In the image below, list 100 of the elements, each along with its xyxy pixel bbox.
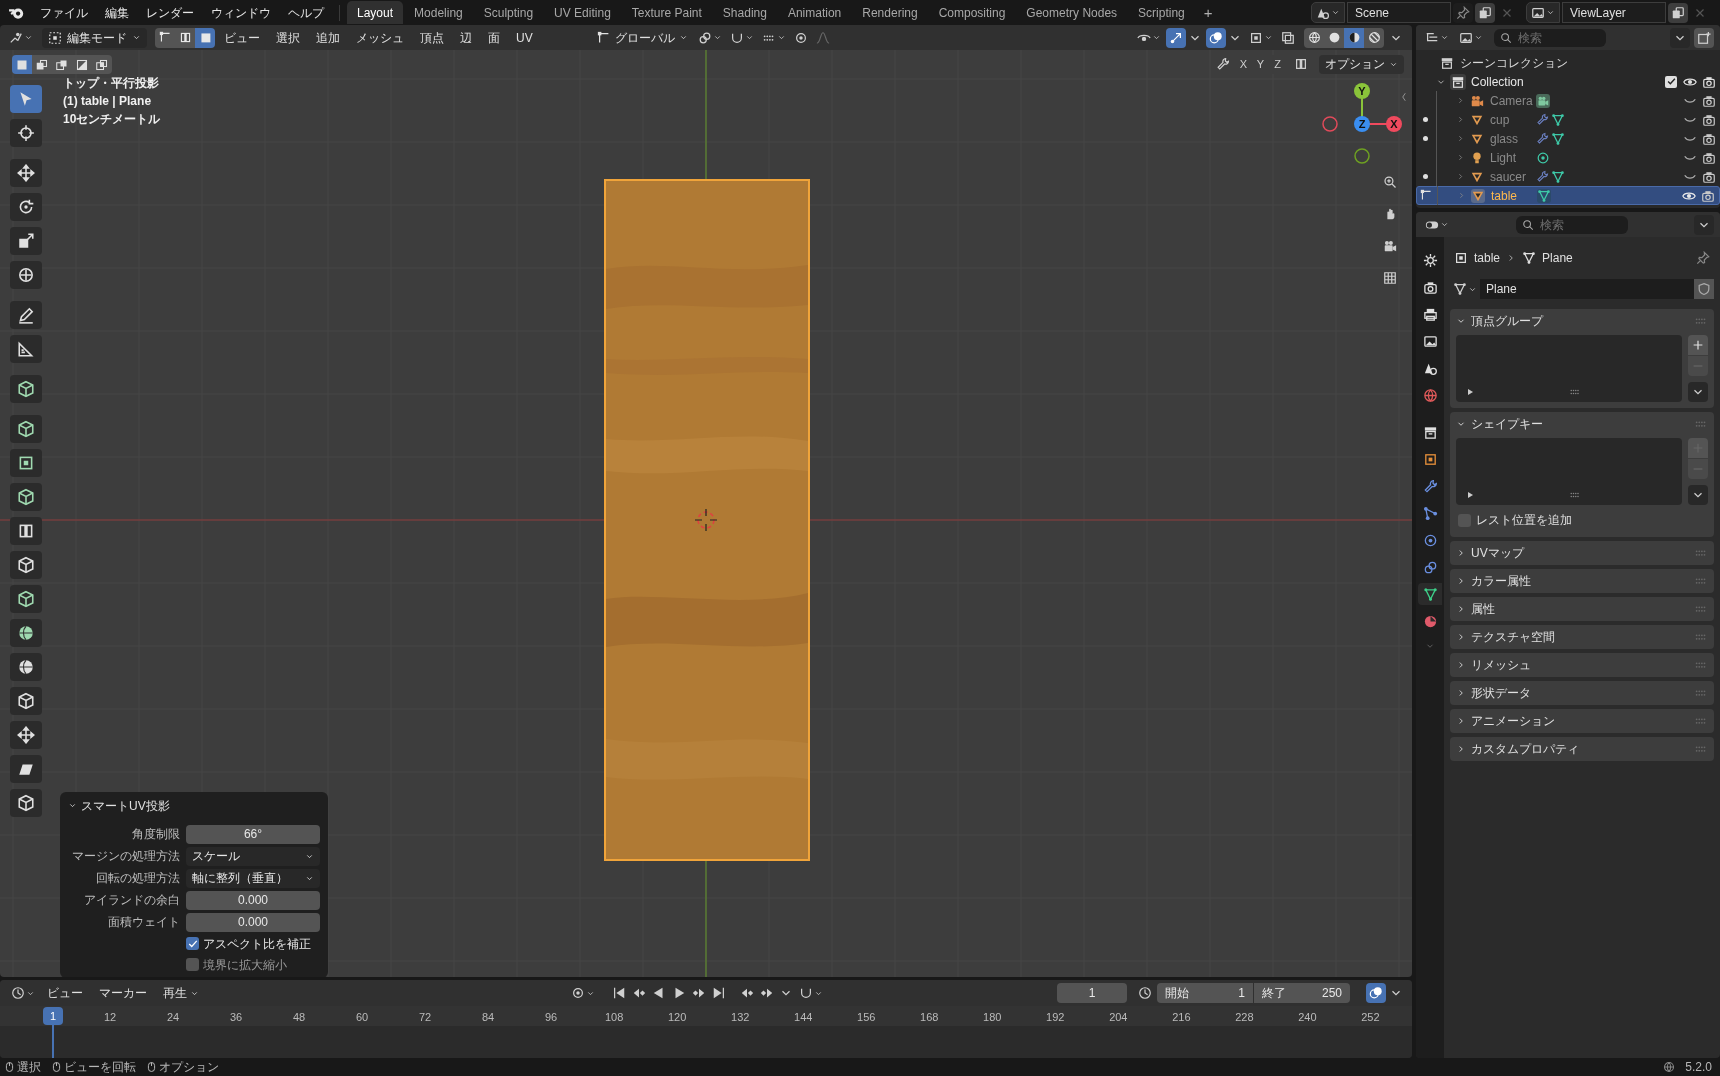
orientation-label: グローバル <box>614 29 675 47</box>
tree-item-label: Light <box>1490 149 1518 167</box>
frame-number: 192 <box>1046 1010 1065 1025</box>
frame-number: 204 <box>1109 1010 1128 1025</box>
mesh-name-field[interactable]: Plane <box>1480 279 1694 299</box>
frame-number: 12 <box>103 1010 117 1025</box>
workspace-tab[interactable]: Modeling <box>404 1 473 24</box>
tree-item[interactable]: cup <box>1416 110 1720 129</box>
panel-header[interactable]: テクスチャ空間 <box>1450 625 1714 649</box>
version-label: 5.2.0 <box>1685 1059 1712 1076</box>
frame-number: 60 <box>355 1010 369 1025</box>
workspace-tab[interactable]: Shading <box>712 1 777 24</box>
start-frame-field[interactable]: 開始 1 <box>1157 983 1253 1003</box>
frame-number: 48 <box>292 1010 306 1025</box>
playhead-frame[interactable]: 1 <box>43 1007 63 1025</box>
menu-item[interactable]: 編集 <box>97 1 137 24</box>
menu-item[interactable]: 頂点 <box>413 27 451 48</box>
status-hint: ビューを回転 <box>64 1059 136 1076</box>
frame-number: 144 <box>794 1010 813 1025</box>
breadcrumb-item[interactable]: Plane <box>1542 249 1573 267</box>
menu-item[interactable]: マーカー <box>92 983 154 1003</box>
checkbox-label: レスト位置を追加 <box>1476 512 1572 529</box>
number-field[interactable]: 0.000 <box>186 912 320 932</box>
number-field[interactable]: 66° <box>186 824 320 844</box>
panel-header[interactable]: リメッシュ <box>1450 653 1714 677</box>
frame-number: 132 <box>731 1010 750 1025</box>
menu-item[interactable]: 辺 <box>453 27 479 48</box>
menu-item[interactable]: ファイル <box>32 1 96 24</box>
frame-number: 108 <box>605 1010 624 1025</box>
menu-item[interactable]: 追加 <box>309 27 347 48</box>
tree-item-label: glass <box>1490 130 1519 148</box>
add-workspace-button[interactable]: + <box>1195 1 1221 24</box>
frame-number: 228 <box>1235 1010 1254 1025</box>
frame-number: 36 <box>229 1010 243 1025</box>
view-layer-field[interactable]: ViewLayer <box>1562 2 1666 23</box>
menu-item[interactable]: ウィンドウ <box>203 1 279 24</box>
frame-number: 96 <box>545 1010 558 1025</box>
menu-item[interactable]: レンダー <box>138 1 202 24</box>
panel-header[interactable]: シェイプキー <box>1450 412 1714 436</box>
frame-number: 168 <box>920 1010 939 1025</box>
workspace-tab[interactable]: Rendering <box>852 1 928 24</box>
workspace-tab[interactable]: UV Editing <box>544 1 621 24</box>
tree-item-label: Camera <box>1490 92 1534 110</box>
menu-item[interactable]: メッシュ <box>349 27 411 48</box>
menu-dropdown[interactable]: 再生 <box>156 983 206 1003</box>
panel-header[interactable]: スマートUV投影 <box>68 796 320 816</box>
breadcrumb-item[interactable]: table <box>1474 249 1501 267</box>
tree-item[interactable]: Camera <box>1416 91 1720 110</box>
frame-number: 72 <box>418 1010 432 1025</box>
field-label: マージンの処理方法 <box>71 848 180 866</box>
workspace-tab[interactable]: Sculpting <box>473 1 544 24</box>
workspace-tab[interactable]: Geometry Nodes <box>1016 1 1128 24</box>
panel-header[interactable]: カスタムプロパティ <box>1450 737 1714 761</box>
tree-item[interactable]: Light <box>1416 148 1720 167</box>
frame-number: 120 <box>668 1010 687 1025</box>
number-field[interactable]: 0.000 <box>186 890 320 910</box>
panel-header[interactable]: カラー属性 <box>1450 569 1714 593</box>
frame-number: 180 <box>983 1010 1002 1025</box>
tree-item[interactable]: table <box>1416 186 1720 205</box>
workspace-tab[interactable]: Compositing <box>928 1 1016 24</box>
orientation-dropdown[interactable]: グローバル <box>591 27 693 48</box>
tree-item-label: cup <box>1490 111 1511 129</box>
viewport-info-text: トップ・平行投影 <box>63 76 160 91</box>
field-label: アイランドの余白 <box>83 892 180 910</box>
tree-item-label: saucer <box>1490 168 1528 186</box>
scene-field[interactable]: Scene <box>1347 2 1451 23</box>
frame-number: 240 <box>1298 1010 1317 1025</box>
panel-header[interactable]: 属性 <box>1450 597 1714 621</box>
dropdown-field[interactable]: 軸に整列（垂直） <box>186 868 320 888</box>
panel-header[interactable]: 形状データ <box>1450 681 1714 705</box>
end-frame-field[interactable]: 終了 250 <box>1254 983 1350 1003</box>
menu-item[interactable]: 面 <box>481 27 507 48</box>
frame-number: 216 <box>1172 1010 1191 1025</box>
menu-item[interactable]: 選択 <box>269 27 307 48</box>
mode-dropdown[interactable]: 編集モード <box>42 27 147 48</box>
tree-item[interactable]: glass <box>1416 129 1720 148</box>
gizmo-axis-handle[interactable]: Z <box>1354 116 1370 132</box>
menu-label: 再生 <box>163 985 187 1002</box>
panel-header[interactable]: アニメーション <box>1450 709 1714 733</box>
menu-item[interactable]: UV <box>509 27 540 48</box>
workspace-tab[interactable]: Texture Paint <box>621 1 712 24</box>
panel-header[interactable]: UVマップ <box>1450 541 1714 565</box>
frame-number: 252 <box>1361 1010 1380 1025</box>
workspace-tab[interactable]: Layout <box>347 1 404 24</box>
menu-item[interactable]: ビュー <box>217 27 267 48</box>
dropdown-field[interactable]: スケール <box>186 846 320 866</box>
panel-title: スマートUV投影 <box>81 797 170 815</box>
mode-label: 編集モード <box>67 29 127 47</box>
workspace-tab[interactable]: Scripting <box>1128 1 1195 24</box>
status-hint: オプション <box>159 1059 219 1076</box>
frame-number: 24 <box>166 1010 180 1025</box>
viewport-info-text: (1) table | Plane <box>63 94 153 109</box>
frame-number: 156 <box>857 1010 876 1025</box>
workspace-tab[interactable]: Animation <box>777 1 852 24</box>
menu-item[interactable]: ヘルプ <box>280 1 332 24</box>
current-frame-field[interactable]: 1 <box>1057 983 1127 1003</box>
menu-item[interactable]: ビュー <box>40 983 90 1003</box>
checkbox-label: 境界に拡大縮小 <box>203 956 287 974</box>
tree-item-label: Collection <box>1471 73 1524 91</box>
options-dropdown[interactable]: オプション <box>1319 54 1404 74</box>
